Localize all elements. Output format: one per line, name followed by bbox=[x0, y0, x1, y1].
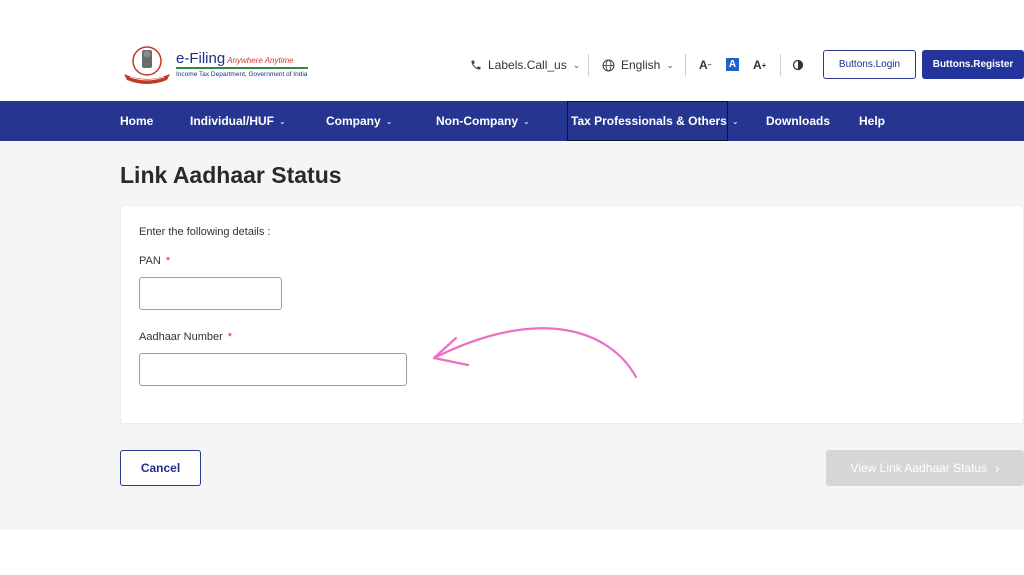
call-us-dropdown[interactable]: Labels.Call_us ⌄ bbox=[470, 50, 580, 80]
nav-label: Tax Professionals & Others bbox=[571, 114, 727, 128]
page-title: Link Aadhaar Status bbox=[120, 162, 342, 188]
font-increase-icon: A bbox=[753, 58, 762, 72]
required-marker: * bbox=[165, 255, 171, 267]
chevron-right-icon: › bbox=[995, 460, 1000, 476]
font-default-button[interactable]: A bbox=[726, 58, 739, 71]
chevron-down-icon: ⌄ bbox=[572, 59, 581, 70]
font-decrease-button[interactable]: A – bbox=[699, 50, 712, 80]
annotation-arrow-icon bbox=[432, 327, 638, 379]
nav-label: Home bbox=[120, 114, 154, 128]
required-marker: * bbox=[227, 331, 233, 343]
form-intro: Enter the following details : bbox=[139, 226, 271, 238]
aadhaar-number-input[interactable] bbox=[139, 353, 407, 386]
divider bbox=[588, 54, 589, 76]
nav-item-company[interactable]: Company ⌄ bbox=[326, 101, 392, 141]
aadhaar-label: Aadhaar Number * bbox=[139, 331, 233, 343]
view-button-label: View Link Aadhaar Status bbox=[850, 461, 988, 475]
nav-item-individual-huf[interactable]: Individual/HUF ⌄ bbox=[190, 101, 286, 141]
main-nav: Home Individual/HUF ⌄ Company ⌄ Non-Compan… bbox=[0, 101, 1024, 141]
font-decrease-icon: A bbox=[699, 58, 708, 72]
cancel-button[interactable]: Cancel bbox=[120, 450, 201, 486]
nav-item-non-company[interactable]: Non-Company ⌄ bbox=[436, 101, 530, 141]
call-us-label: Labels.Call_us bbox=[488, 58, 567, 72]
nav-label: Non-Company bbox=[436, 114, 518, 128]
nav-label: Help bbox=[859, 114, 886, 128]
nav-item-help[interactable]: Help bbox=[859, 101, 885, 141]
brand-rule bbox=[176, 67, 308, 69]
contrast-icon bbox=[792, 59, 804, 71]
contrast-toggle[interactable] bbox=[792, 50, 804, 80]
nav-label: Company bbox=[326, 114, 381, 128]
language-selector[interactable]: English ⌄ bbox=[602, 50, 674, 80]
nav-label: Downloads bbox=[766, 114, 831, 128]
nav-item-home[interactable]: Home bbox=[120, 101, 153, 141]
brand-name: e-Filing Anywhere Anytime bbox=[176, 50, 294, 67]
language-label: English bbox=[621, 58, 661, 72]
chevron-down-icon: ⌄ bbox=[279, 116, 286, 126]
globe-icon bbox=[602, 59, 615, 71]
pan-input[interactable] bbox=[139, 277, 282, 310]
pan-label: PAN * bbox=[139, 255, 171, 267]
nav-label: Individual/HUF bbox=[190, 114, 274, 128]
phone-icon bbox=[471, 60, 481, 70]
site-header: e-Filing Anywhere Anytime Income Tax Depa… bbox=[0, 0, 1024, 101]
chevron-down-icon: ⌄ bbox=[385, 116, 393, 126]
brand-subtitle: Income Tax Department, Government of Ind… bbox=[176, 71, 308, 78]
nav-item-downloads[interactable]: Downloads bbox=[766, 101, 830, 141]
chevron-down-icon: ⌄ bbox=[523, 116, 530, 126]
nav-item-tax-professionals[interactable]: Tax Professionals & Others ⌄ bbox=[567, 101, 739, 141]
brand-tagline: Anywhere Anytime bbox=[227, 56, 294, 65]
divider bbox=[780, 54, 781, 76]
emblem-icon bbox=[124, 46, 170, 84]
font-increase-button[interactable]: A + bbox=[753, 50, 766, 80]
chevron-down-icon: ⌄ bbox=[666, 59, 674, 70]
divider bbox=[685, 54, 686, 76]
view-link-aadhaar-status-button[interactable]: View Link Aadhaar Status › bbox=[826, 450, 1024, 486]
login-button[interactable]: Buttons.Login bbox=[823, 50, 916, 79]
register-button[interactable]: Buttons.Register bbox=[922, 50, 1024, 79]
efiling-logo[interactable]: e-Filing Anywhere Anytime Income Tax Depa… bbox=[120, 44, 310, 86]
font-default-icon: A bbox=[728, 59, 737, 70]
chevron-down-icon: ⌄ bbox=[731, 116, 739, 126]
